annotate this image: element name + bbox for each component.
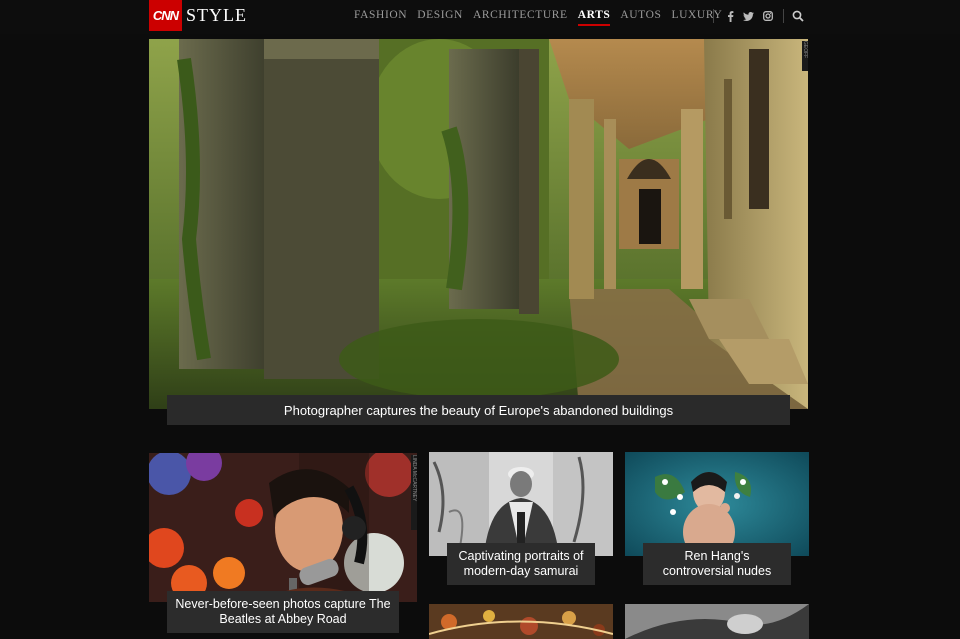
site-header: CNN STYLE FASHION DESIGN ARCHITECTURE AR… — [0, 0, 960, 34]
instagram-icon[interactable] — [760, 8, 776, 24]
photo-credit: LINDA McCARTNEY — [411, 455, 417, 530]
card-samurai-caption[interactable]: Captivating portraits of modern-day samu… — [447, 543, 595, 585]
nav-divider — [713, 9, 714, 23]
nav-divider — [783, 9, 784, 23]
nav-architecture[interactable]: ARCHITECTURE — [473, 9, 568, 24]
card-renhang-caption[interactable]: Ren Hang's controversial nudes — [643, 543, 791, 585]
facebook-icon[interactable] — [722, 8, 738, 24]
nav-autos[interactable]: AUTOS — [620, 9, 661, 24]
main-nav: FASHION DESIGN ARCHITECTURE ARTS AUTOS L… — [354, 9, 732, 26]
twitter-icon[interactable] — [740, 8, 756, 24]
photo-credit: GEOFF — [802, 41, 808, 71]
search-icon[interactable] — [792, 9, 806, 23]
card-painting-image[interactable] — [429, 604, 613, 639]
hero-image[interactable] — [149, 39, 808, 409]
nav-luxury[interactable]: LUXURY — [672, 9, 723, 24]
hero-caption[interactable]: Photographer captures the beauty of Euro… — [167, 395, 790, 425]
card-renhang-image[interactable] — [625, 452, 809, 556]
card-samurai-image[interactable] — [429, 452, 613, 556]
cnn-logo[interactable]: CNN — [149, 0, 182, 31]
nav-design[interactable]: DESIGN — [417, 9, 463, 24]
card-bw-image[interactable] — [625, 604, 809, 639]
nav-arts[interactable]: ARTS — [577, 9, 611, 26]
card-beatles-image[interactable] — [149, 453, 417, 602]
nav-fashion[interactable]: FASHION — [354, 9, 407, 24]
card-beatles-caption[interactable]: Never-before-seen photos capture The Bea… — [167, 591, 399, 633]
style-logo[interactable]: STYLE — [186, 5, 247, 26]
